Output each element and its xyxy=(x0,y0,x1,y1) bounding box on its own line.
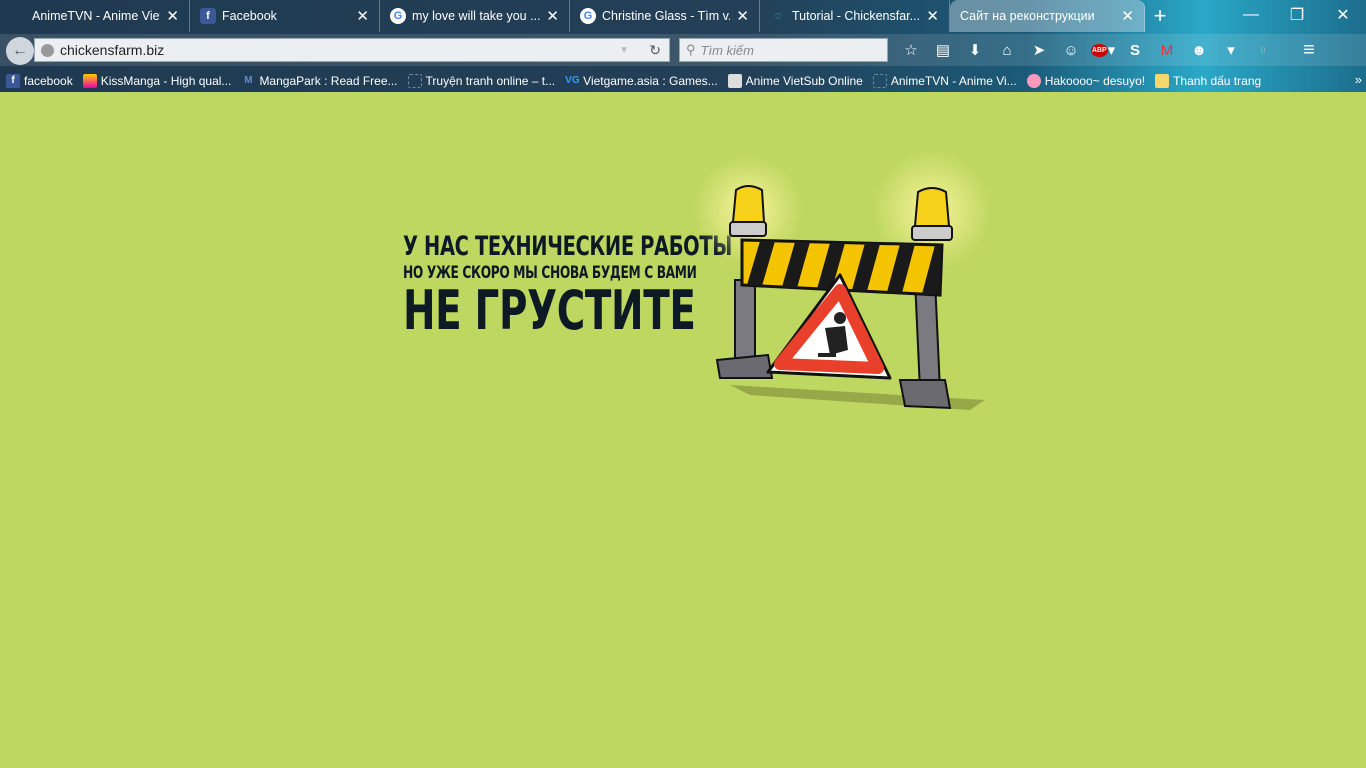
bookmark-item[interactable]: KissManga - High qual... xyxy=(82,74,232,88)
kissmanga-icon xyxy=(82,74,97,88)
warning-lamp xyxy=(913,187,951,227)
close-icon[interactable]: ✕ xyxy=(926,7,939,25)
download-icon[interactable]: ⬇ xyxy=(962,38,988,62)
bookmark-item[interactable]: Truyện tranh online – t... xyxy=(407,74,556,88)
new-tab-button[interactable]: + xyxy=(1145,0,1175,32)
reload-icon[interactable]: ↻ xyxy=(649,42,661,59)
facebook-icon: f xyxy=(6,74,20,88)
tab-title: AnimeTVN - Anime Vietsu... xyxy=(32,9,160,23)
tab-title: Tutorial - Chickensfar... xyxy=(792,9,921,23)
more-bookmarks-icon[interactable]: » xyxy=(1355,72,1362,87)
close-icon[interactable]: ✕ xyxy=(1121,7,1134,25)
bookmark-item[interactable]: M MangaPark : Read Free... xyxy=(241,74,397,88)
animetvn-icon xyxy=(10,8,26,24)
tab-facebook[interactable]: f Facebook ✕ xyxy=(190,0,380,32)
close-icon[interactable]: ✕ xyxy=(736,7,749,25)
tab-title: my love will take you ... xyxy=(412,9,541,23)
window-controls: — ❐ ✕ xyxy=(1228,0,1366,30)
bookmark-label: Hakoooo~ desuyo! xyxy=(1044,74,1146,88)
bookmark-label: MangaPark : Read Free... xyxy=(259,74,398,88)
toolbar: ☆ ▤ ⬇ ⌂ ➤ ☺ ABP ▾ S M ☻ ▾ 0 ≡ xyxy=(898,38,1322,62)
tab-title: Сайт на реконструкции xyxy=(960,9,1095,23)
close-icon[interactable]: ✕ xyxy=(546,7,559,25)
dropdown-arrow-icon[interactable]: ▾ xyxy=(1218,38,1244,62)
barrier-leg xyxy=(913,279,942,391)
tab-title: Christine Glass - Tìm v... xyxy=(602,9,731,23)
reading-list-icon[interactable]: ▤ xyxy=(930,38,956,62)
google-icon: G xyxy=(390,8,406,24)
bookmark-label: Vietgame.asia : Games... xyxy=(583,74,718,88)
url-text: chickensfarm.biz xyxy=(60,42,165,58)
bookmark-label: facebook xyxy=(24,74,73,88)
globe-icon xyxy=(41,43,54,57)
warning-lamp xyxy=(731,185,766,223)
tab-title: Facebook xyxy=(222,9,277,23)
close-window-button[interactable]: ✕ xyxy=(1320,0,1366,30)
lamp-base xyxy=(729,221,767,237)
adblock-icon[interactable]: ABP ▾ xyxy=(1090,38,1116,62)
badge-count: 0 xyxy=(1260,45,1266,55)
minimize-button[interactable]: — xyxy=(1228,0,1274,30)
barrier-foot xyxy=(715,353,774,379)
tab-google-search-2[interactable]: G Christine Glass - Tìm v... ✕ xyxy=(570,0,760,32)
close-icon[interactable]: ✕ xyxy=(166,7,179,25)
barrier-foot xyxy=(898,379,952,410)
dropdown-arrow-icon[interactable]: ▼ xyxy=(619,45,629,56)
restore-button[interactable]: ❐ xyxy=(1274,0,1320,30)
s-extension-icon[interactable]: S xyxy=(1122,38,1148,62)
search-placeholder: Tìm kiếm xyxy=(700,42,754,58)
home-icon[interactable]: ⌂ xyxy=(994,38,1020,62)
folder-icon xyxy=(1155,74,1170,88)
construction-barrier-illustration xyxy=(693,150,992,410)
bookmarks-bar: f facebook KissManga - High qual... M Mang… xyxy=(0,70,1265,92)
browser-chrome: AnimeTVN - Anime Vietsu... ✕ f Facebook ✕ G… xyxy=(0,0,1366,92)
bookmark-label: Thanh dấu trang xyxy=(1173,74,1262,88)
close-icon[interactable]: ✕ xyxy=(356,7,369,25)
bookmark-label: AnimeTVN - Anime Vi... xyxy=(890,74,1017,88)
bookmark-folder[interactable]: Thanh dấu trang xyxy=(1155,74,1261,88)
anime-icon xyxy=(727,74,742,88)
send-icon[interactable]: ➤ xyxy=(1026,38,1052,62)
nav-bar: chickensfarm.biz ▼ ↻ ← ⚲ Tìm kiếm ☆ ▤ ⬇ ⌂ ➤… xyxy=(0,34,1366,66)
tab-animetvn[interactable]: AnimeTVN - Anime Vietsu... ✕ xyxy=(0,0,190,32)
bookmark-label: Anime VietSub Online xyxy=(745,74,863,88)
loading-icon: ◌ xyxy=(774,10,782,22)
mangapark-icon: M xyxy=(244,75,253,86)
search-icon: ⚲ xyxy=(686,42,696,57)
back-button[interactable]: ← xyxy=(6,37,34,65)
tab-google-search-1[interactable]: Gmy love will take you ... ✕ xyxy=(380,0,570,32)
chat-icon[interactable]: ☺ xyxy=(1058,38,1084,62)
hako-icon xyxy=(1026,74,1041,88)
tab-strip: AnimeTVN - Anime Vietsu... ✕ f Facebook ✕ G… xyxy=(0,0,1175,32)
menu-icon[interactable]: ≡ xyxy=(1296,38,1322,62)
facebook-icon: f xyxy=(200,8,216,24)
bookmark-item[interactable]: AnimeTVN - Anime Vi... xyxy=(872,74,1017,88)
gmail-icon[interactable]: M xyxy=(1154,38,1180,62)
monkey-extension-icon[interactable]: ☻ xyxy=(1186,38,1212,62)
page-icon xyxy=(872,74,887,88)
tab-active[interactable]: Сайт на реконструкции ✕ xyxy=(950,0,1145,32)
search-input[interactable]: ⚲ Tìm kiếm xyxy=(679,38,888,62)
bookmark-item[interactable]: Hakoooo~ desuyo! xyxy=(1026,74,1146,88)
bookmark-star-icon[interactable]: ☆ xyxy=(898,38,924,62)
vg-icon: VG xyxy=(565,75,580,86)
google-icon: G xyxy=(580,8,596,24)
bookmark-item[interactable]: VG Vietgame.asia : Games... xyxy=(565,74,718,88)
bookmark-label: Truyện tranh online – t... xyxy=(425,74,556,88)
bookmark-label: KissManga - High qual... xyxy=(100,74,232,88)
tab-tutorial[interactable]: ◌ Tutorial - Chickensfar... ✕ xyxy=(760,0,950,32)
lamp-base xyxy=(911,225,953,241)
bookmark-item[interactable]: f facebook xyxy=(6,74,73,88)
bookmark-item[interactable]: Anime VietSub Online xyxy=(727,74,863,88)
address-bar[interactable]: chickensfarm.biz ▼ ↻ xyxy=(34,38,670,62)
page-icon xyxy=(407,74,422,88)
